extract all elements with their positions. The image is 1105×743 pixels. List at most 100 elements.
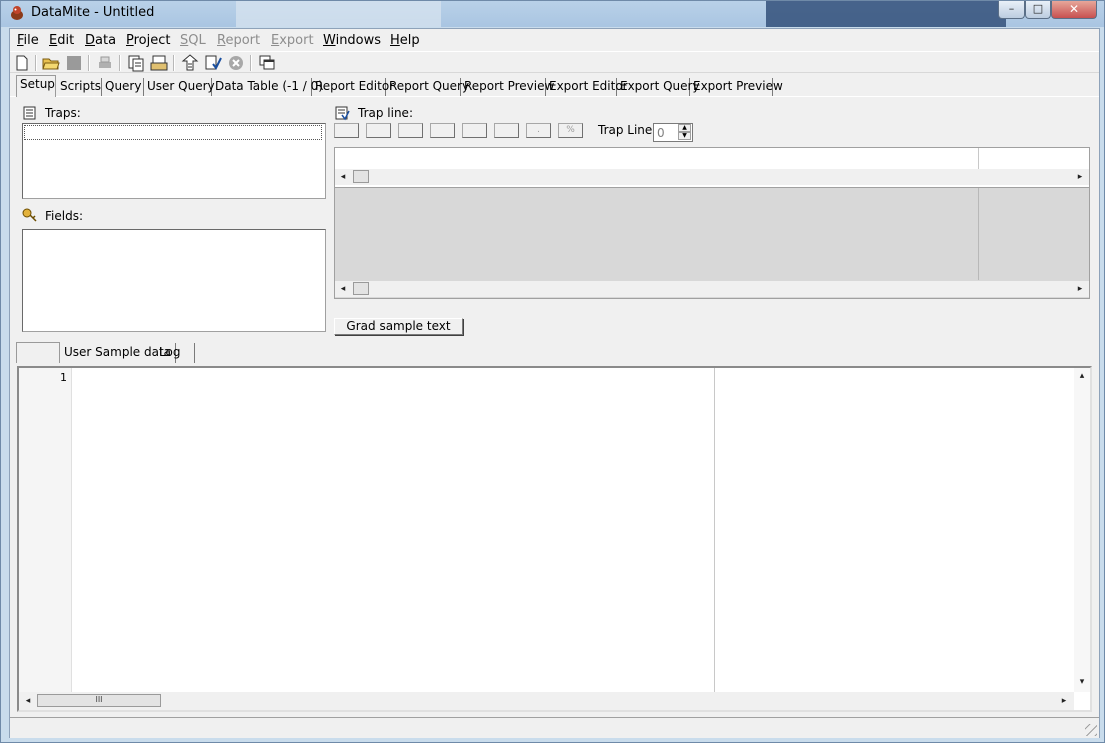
- trap-line-button-1[interactable]: [334, 123, 359, 138]
- scroll-up-icon[interactable]: ▴: [1077, 370, 1087, 382]
- trap-line-spinner[interactable]: 0 ▲ ▼: [653, 123, 693, 142]
- up-arrow-icon: ▲: [682, 124, 687, 131]
- tab-scripts[interactable]: Scripts: [57, 78, 102, 96]
- menu-windows[interactable]: Windows: [323, 33, 381, 48]
- tab-report-query[interactable]: Report Query: [386, 78, 469, 96]
- tab-report-preview[interactable]: Report Preview: [461, 78, 554, 96]
- title-bar[interactable]: DataMite - Untitled – □ ✕: [1, 1, 1104, 27]
- menu-data[interactable]: Data: [85, 33, 116, 48]
- down-arrow-icon: ▼: [682, 132, 687, 139]
- scroll-left-icon[interactable]: ◂: [338, 283, 348, 295]
- grid-divider: [978, 148, 979, 169]
- open-folder-icon[interactable]: [42, 54, 60, 72]
- traps-icon: [23, 106, 36, 120]
- menu-sql[interactable]: SQL: [180, 33, 206, 48]
- spinner-up-button[interactable]: ▲: [678, 124, 691, 132]
- minimize-button[interactable]: –: [998, 1, 1025, 19]
- trap-line-grid[interactable]: ◂ ▸: [334, 147, 1090, 188]
- menu-help[interactable]: Help: [390, 33, 420, 48]
- new-file-icon[interactable]: [13, 54, 31, 72]
- print-preview-icon[interactable]: [150, 54, 168, 72]
- copy-report-icon[interactable]: [127, 54, 145, 72]
- tab-log[interactable]: Log: [155, 343, 195, 363]
- editor-vscroll[interactable]: ▴ ▾: [1074, 368, 1090, 692]
- trap-line-button-8[interactable]: %: [558, 123, 583, 138]
- trap-line-value[interactable]: 0: [657, 126, 665, 140]
- tab-label: Query: [105, 79, 142, 93]
- scroll-left-icon[interactable]: ◂: [338, 171, 348, 183]
- line-number: 1: [60, 371, 67, 384]
- trap-preview-grid[interactable]: ◂ ▸: [334, 187, 1090, 299]
- menu-project[interactable]: Project: [126, 33, 171, 48]
- traps-label: Traps:: [45, 106, 81, 120]
- scroll-left-icon[interactable]: ◂: [23, 695, 33, 707]
- windows-icon[interactable]: [258, 54, 276, 72]
- preview-grid-hscroll[interactable]: ◂ ▸: [335, 281, 1089, 297]
- menu-report[interactable]: Report: [217, 33, 260, 48]
- fields-list[interactable]: [22, 229, 326, 332]
- tab-export-query[interactable]: Export Query: [617, 78, 700, 96]
- trap-line-button-5[interactable]: [462, 123, 487, 138]
- toolbar-separator: [250, 55, 252, 71]
- tab-query[interactable]: Query: [102, 78, 144, 96]
- editor-margin-line: [714, 368, 715, 692]
- scroll-down-icon[interactable]: ▾: [1077, 676, 1087, 688]
- tab-export-editor[interactable]: Export Editor: [546, 78, 628, 96]
- scroll-right-icon[interactable]: ▸: [1059, 695, 1069, 707]
- tab-export-preview[interactable]: Export Preview: [690, 78, 783, 96]
- close-icon: ✕: [1068, 2, 1080, 16]
- tab-label: Export Query: [620, 79, 700, 93]
- trap-line-button-2[interactable]: [366, 123, 391, 138]
- trap-button-glyph: %: [566, 125, 575, 135]
- scroll-thumb[interactable]: [353, 282, 369, 295]
- close-button[interactable]: ✕: [1051, 1, 1097, 19]
- trap-grid-hscroll[interactable]: ◂ ▸: [335, 169, 1089, 185]
- tab-label: Log: [159, 345, 181, 359]
- grid-divider: [978, 188, 979, 280]
- trap-line-button-4[interactable]: [430, 123, 455, 138]
- client-area: File Edit Data Project SQL Report Export…: [9, 28, 1100, 738]
- traps-list[interactable]: [22, 123, 326, 199]
- trap-line-spinner-label: Trap Line:: [598, 123, 657, 137]
- scroll-right-icon[interactable]: ▸: [1075, 171, 1085, 183]
- maximize-button[interactable]: □: [1025, 1, 1051, 19]
- bottom-tab-blank[interactable]: [16, 342, 60, 363]
- scroll-thumb[interactable]: [353, 170, 369, 183]
- trap-line-button-7[interactable]: .: [526, 123, 551, 138]
- tab-label: Data Table (-1 / 0): [215, 79, 323, 93]
- resize-grip-icon[interactable]: [1085, 724, 1097, 736]
- menu-file[interactable]: File: [17, 33, 39, 48]
- trap-line-button-3[interactable]: [398, 123, 423, 138]
- tab-report-editor[interactable]: Report Editor: [312, 78, 394, 96]
- tab-data-table[interactable]: Data Table (-1 / 0): [212, 78, 323, 96]
- save-icon[interactable]: [65, 54, 83, 72]
- print-icon[interactable]: [96, 54, 114, 72]
- traps-list-focus-row[interactable]: [24, 125, 322, 140]
- window-title: DataMite - Untitled: [31, 5, 155, 20]
- sample-text-editor[interactable]: 1 ▴ ▾ ◂ III ▸: [17, 366, 1092, 712]
- app-window: DataMite - Untitled – □ ✕ File Edit Data…: [0, 0, 1105, 743]
- cancel-icon[interactable]: [227, 54, 245, 72]
- grab-sample-text-button[interactable]: Grad sample text: [334, 318, 463, 335]
- maximize-icon: □: [1032, 2, 1044, 15]
- toolbar-separator: [35, 55, 37, 71]
- trap-line-button-6[interactable]: [494, 123, 519, 138]
- import-icon[interactable]: [181, 54, 199, 72]
- tab-label: Export Editor: [549, 79, 628, 93]
- scroll-thumb[interactable]: III: [37, 694, 161, 707]
- spinner-down-button[interactable]: ▼: [678, 132, 691, 140]
- tab-label: Setup: [20, 77, 55, 91]
- scroll-right-icon[interactable]: ▸: [1075, 283, 1085, 295]
- tab-user-query[interactable]: User Query: [144, 78, 215, 96]
- tab-label: User Query: [147, 79, 215, 93]
- app-icon: [11, 6, 23, 20]
- line-number-gutter: 1: [19, 368, 72, 692]
- tab-setup[interactable]: Setup: [16, 75, 56, 97]
- edit-check-icon[interactable]: [204, 54, 222, 72]
- menu-export[interactable]: Export: [271, 33, 314, 48]
- tab-label: Export Preview: [693, 79, 783, 93]
- menu-edit[interactable]: Edit: [49, 33, 74, 48]
- minimize-icon: –: [1008, 2, 1015, 15]
- fields-key-icon: [22, 208, 37, 222]
- editor-hscroll[interactable]: ◂ III ▸: [19, 692, 1074, 710]
